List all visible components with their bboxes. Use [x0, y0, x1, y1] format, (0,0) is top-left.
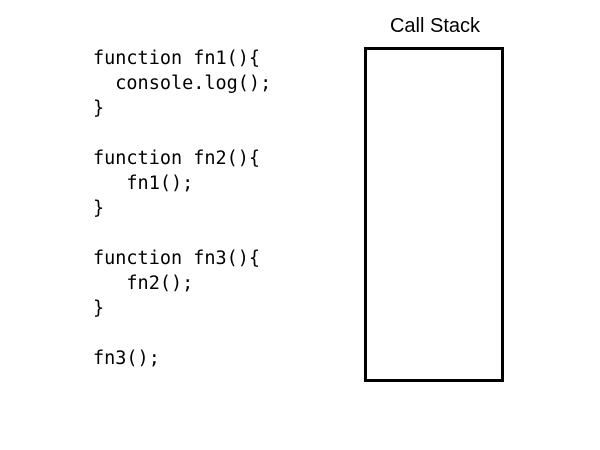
code-panel: function fn1(){ console.log(); } functio…	[93, 46, 271, 371]
code-line-13: fn3();	[93, 348, 160, 369]
code-line-5: function fn2(){	[93, 148, 261, 169]
call-stack-box	[364, 47, 504, 382]
code-line-2: console.log();	[93, 73, 272, 94]
code-line-1: function fn1(){	[93, 48, 261, 69]
code-line-10: fn2();	[93, 273, 194, 294]
code-line-6: fn1();	[93, 173, 194, 194]
code-line-7: }	[93, 198, 105, 219]
code-line-9: function fn3(){	[93, 248, 261, 269]
call-stack-title: Call Stack	[389, 15, 481, 37]
code-line-11: }	[93, 298, 105, 319]
code-line-3: }	[93, 98, 105, 119]
